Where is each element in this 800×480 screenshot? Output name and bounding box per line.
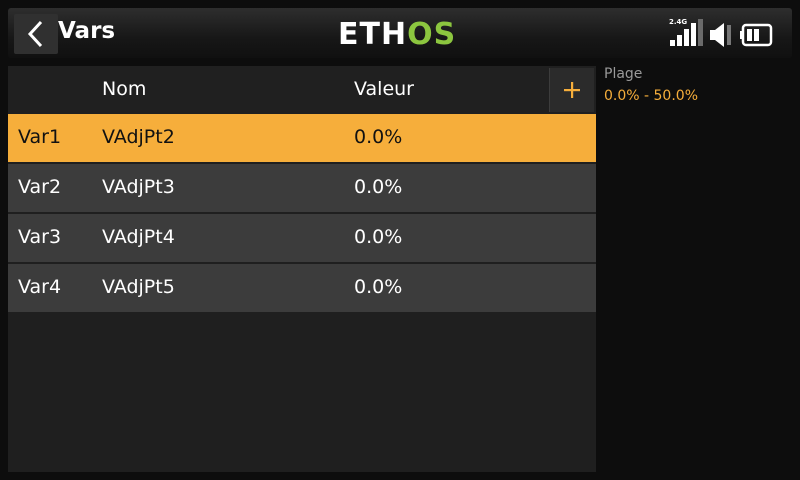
var-name: VAdjPt3 [102, 176, 175, 198]
status-area: 2.4G [669, 18, 776, 48]
var-name: VAdjPt2 [102, 126, 175, 148]
var-id: Var2 [18, 176, 62, 198]
plus-icon [564, 82, 580, 98]
var-value: 0.0% [354, 226, 403, 248]
var-name: VAdjPt5 [102, 276, 175, 298]
battery-icon [740, 23, 773, 47]
var-value: 0.0% [354, 276, 403, 298]
table-row[interactable]: Var1 VAdjPt2 0.0% [8, 114, 596, 162]
speaker-icon [710, 23, 731, 47]
var-value: 0.0% [354, 126, 403, 148]
header-bar: Vars ETHOS 2.4G [8, 8, 792, 58]
add-var-button[interactable] [549, 68, 594, 112]
table-row[interactable]: Var4 VAdjPt5 0.0% [8, 264, 596, 312]
column-header-value: Valeur [354, 78, 414, 100]
back-button[interactable] [14, 14, 58, 54]
page-title: Vars [58, 18, 116, 44]
range-value: 0.0% - 50.0% [604, 88, 698, 104]
table-row[interactable]: Var2 VAdjPt3 0.0% [8, 164, 596, 212]
table-header: Nom Valeur [8, 66, 596, 114]
var-value: 0.0% [354, 176, 403, 198]
var-id: Var3 [18, 226, 62, 248]
ethos-logo: ETHOS [338, 17, 457, 52]
var-name: VAdjPt4 [102, 226, 175, 248]
chevron-left-icon [27, 20, 43, 48]
var-id: Var4 [18, 276, 62, 298]
column-header-name: Nom [102, 78, 147, 100]
var-id: Var1 [18, 126, 62, 148]
signal-strength-icon: 2.4G [669, 18, 704, 48]
vars-table: Nom Valeur Var1 VAdjPt2 0.0% Var2 VAdjPt… [8, 66, 596, 472]
table-row[interactable]: Var3 VAdjPt4 0.0% [8, 214, 596, 262]
range-label: Plage [604, 66, 643, 82]
